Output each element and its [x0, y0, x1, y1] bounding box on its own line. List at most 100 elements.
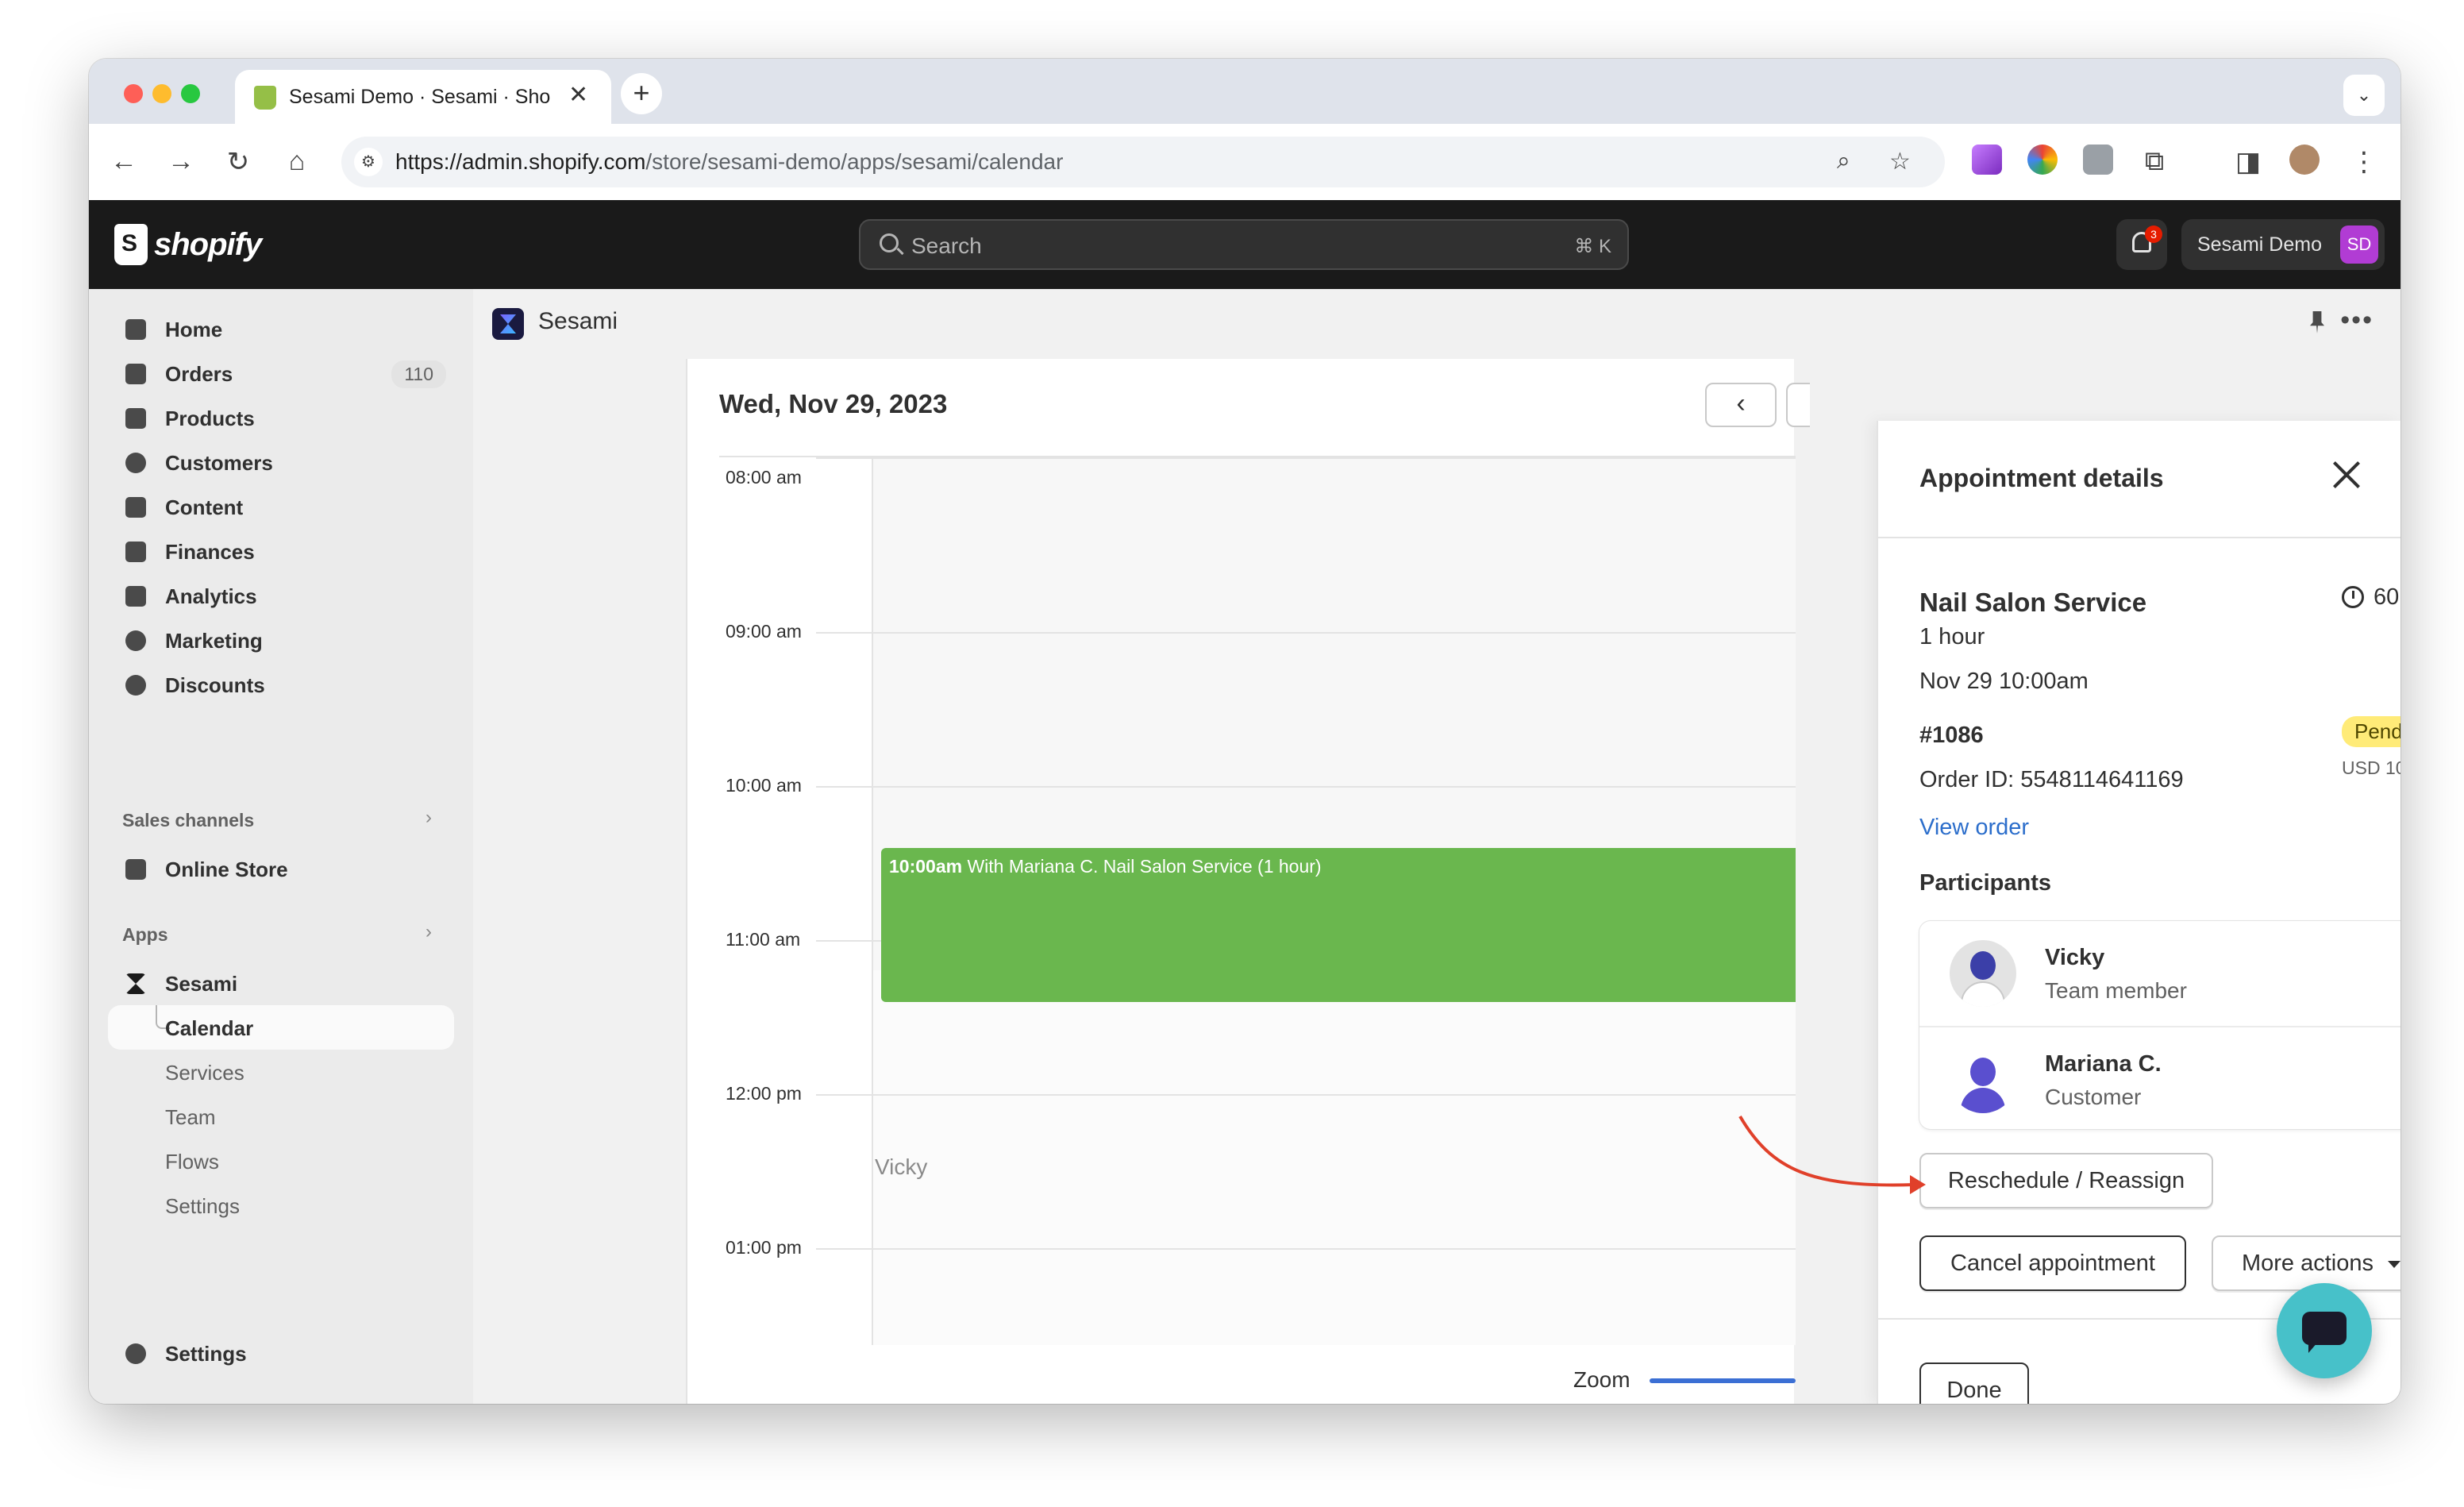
sesami-logo-icon	[492, 308, 524, 340]
sidebar-item-discounts[interactable]: Discounts	[108, 662, 454, 707]
shopify-logo[interactable]: shopify	[114, 222, 262, 267]
sidebar-item-home[interactable]: Home	[108, 306, 454, 351]
chat-support-button[interactable]	[2277, 1283, 2372, 1378]
sidebar-item-app-settings[interactable]: Settings	[165, 1194, 240, 1219]
url-text[interactable]: https://admin.shopify.com/store/sesami-d…	[395, 149, 1063, 175]
sidebar-item-label: Products	[165, 407, 255, 430]
sidebar-item-content[interactable]: Content	[108, 484, 454, 529]
image-extension-icon[interactable]	[2083, 145, 2113, 175]
sesami-hourglass-icon	[125, 973, 146, 994]
search-icon	[880, 233, 899, 252]
sidebar-item-settings[interactable]: Settings	[108, 1331, 454, 1375]
tab-title: Sesami Demo · Sesami · Shopify	[289, 86, 551, 108]
sidebar-item-online-store[interactable]: Online Store	[108, 846, 454, 891]
zoom-magnifier-icon[interactable]: ⌕	[1837, 148, 1850, 175]
profile-avatar-icon[interactable]	[2289, 145, 2320, 175]
home-browser-icon[interactable]: ⌂	[281, 146, 313, 177]
customer-avatar	[1950, 1046, 2016, 1113]
appointment-event[interactable]: 10:00am With Mariana C. Nail Salon Servi…	[881, 848, 1796, 1002]
zoom-slider[interactable]	[1650, 1378, 1796, 1383]
sidebar-item-marketing[interactable]: Marketing	[108, 618, 454, 662]
notification-badge: 3	[2145, 225, 2162, 243]
sidebar-item-products[interactable]: Products	[108, 395, 454, 440]
time-gutter-line	[872, 457, 873, 1345]
browser-menu-icon[interactable]: ⋮	[2348, 146, 2380, 178]
side-panel-icon[interactable]: ◨	[2232, 146, 2264, 178]
sidebar-item-label: Online Store	[165, 858, 288, 881]
hour-label: 01:00 pm	[726, 1237, 802, 1258]
content-icon	[125, 497, 146, 518]
extensions-puzzle-icon[interactable]: ⧉	[2139, 146, 2170, 177]
service-duration: 1 hour	[1919, 624, 1985, 649]
tag-icon	[125, 408, 146, 429]
apps-chevron-icon[interactable]: ›	[425, 921, 432, 943]
app-header: Sesami •••	[473, 289, 2400, 359]
search-placeholder: Search	[911, 233, 982, 258]
bar-chart-icon	[125, 586, 146, 607]
done-button[interactable]: Done	[1919, 1362, 2029, 1404]
sidebar-item-team[interactable]: Team	[165, 1105, 216, 1130]
sidebar-item-sesami[interactable]: Sesami	[108, 961, 454, 1005]
bookmark-star-icon[interactable]: ☆	[1889, 148, 1911, 175]
booking-number: #1086	[1919, 723, 1984, 748]
admin-search-input[interactable]: Search ⌘ K	[859, 219, 1629, 270]
participants-heading: Participants	[1919, 870, 2051, 896]
hour-label: 09:00 am	[726, 621, 802, 642]
bank-icon	[125, 542, 146, 562]
clock-icon	[2342, 586, 2364, 608]
notifications-button[interactable]: 3	[2116, 219, 2167, 270]
calendar-available-slots[interactable]	[872, 970, 1796, 1345]
maximize-window-button[interactable]	[181, 84, 200, 103]
chat-bubble-icon	[2302, 1312, 2347, 1353]
browser-tab[interactable]: Sesami Demo · Sesami · Shopify ✕	[235, 70, 611, 124]
participant-name: Vicky	[2045, 945, 2105, 970]
sidebar-item-orders[interactable]: Orders 110	[108, 351, 454, 395]
more-actions-button[interactable]: More actions	[2212, 1235, 2400, 1291]
panel-header: Appointment details	[1878, 421, 2400, 538]
hour-label: 12:00 pm	[726, 1083, 802, 1104]
next-day-button[interactable]	[1786, 383, 1810, 427]
order-id: Order ID: 5548114641169	[1919, 767, 2184, 792]
view-order-link[interactable]: View order	[1919, 815, 2029, 841]
apps-heading[interactable]: Apps	[122, 924, 168, 946]
reload-icon[interactable]: ↻	[222, 146, 254, 178]
site-settings-icon[interactable]: ⚙	[354, 148, 383, 176]
color-extension-icon[interactable]	[2027, 145, 2058, 175]
sidebar-item-label: Calendar	[165, 1016, 254, 1040]
tab-close-icon[interactable]: ✕	[568, 81, 588, 109]
back-arrow-icon[interactable]: ←	[108, 146, 140, 177]
browser-window: Sesami Demo · Sesami · Shopify ✕ + ⌄ ← →…	[89, 59, 2400, 1404]
storefront-icon	[125, 859, 146, 880]
store-avatar: SD	[2340, 225, 2378, 264]
sales-channels-heading[interactable]: Sales channels	[122, 810, 254, 831]
tab-search-chevron-icon[interactable]: ⌄	[2343, 75, 2385, 116]
sidebar-item-label: Marketing	[165, 629, 263, 653]
pen-extension-icon[interactable]	[1972, 145, 2002, 175]
sidebar-item-flows[interactable]: Flows	[165, 1150, 219, 1174]
store-menu-button[interactable]: Sesami Demo SD	[2181, 219, 2385, 270]
new-tab-button[interactable]: +	[621, 73, 662, 114]
forward-arrow-icon[interactable]: →	[165, 146, 197, 177]
pin-icon[interactable]	[2310, 311, 2324, 333]
search-shortcut: ⌘ K	[1574, 236, 1611, 257]
sidebar-item-label: Sesami	[165, 972, 238, 996]
sidebar-item-calendar[interactable]: Calendar	[108, 1005, 454, 1050]
participant-row[interactable]: Vicky Team member	[1919, 921, 2400, 1024]
sidebar-item-services[interactable]: Services	[165, 1061, 244, 1085]
more-options-icon[interactable]: •••	[2340, 305, 2374, 336]
sidebar-item-finances[interactable]: Finances	[108, 529, 454, 573]
price: USD 100	[2342, 757, 2400, 778]
sidebar-item-customers[interactable]: Customers	[108, 440, 454, 484]
previous-day-button[interactable]: ‹	[1705, 383, 1777, 427]
sidebar-item-analytics[interactable]: Analytics	[108, 573, 454, 618]
cancel-appointment-button[interactable]: Cancel appointment	[1919, 1235, 2186, 1291]
hour-line	[816, 1248, 1796, 1250]
close-window-button[interactable]	[124, 84, 143, 103]
reschedule-reassign-button[interactable]: Reschedule / Reassign	[1919, 1153, 2213, 1208]
sales-channels-chevron-icon[interactable]: ›	[425, 807, 432, 829]
minimize-window-button[interactable]	[152, 84, 171, 103]
address-bar[interactable]: ⚙ https://admin.shopify.com/store/sesami…	[341, 137, 1945, 187]
participants-list: Vicky Team member Mariana C. Customer	[1919, 921, 2400, 1129]
participant-row[interactable]: Mariana C. Customer	[1919, 1026, 2400, 1129]
close-icon[interactable]	[2326, 454, 2367, 495]
